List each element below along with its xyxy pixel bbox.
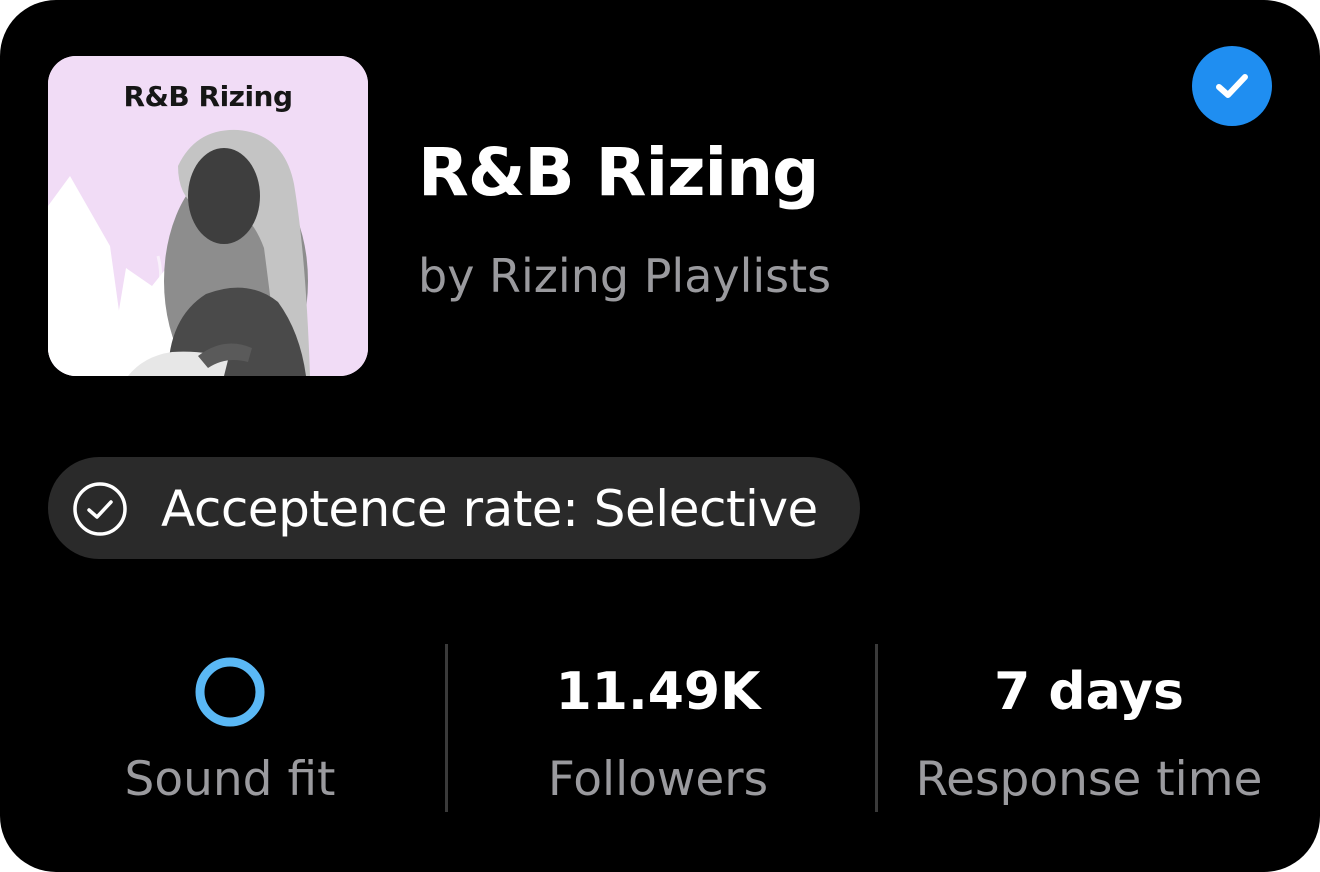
ring-icon [195,657,265,727]
check-icon [1216,74,1248,98]
stat-divider [875,644,878,812]
stat-divider [445,644,448,812]
verified-badge[interactable] [1192,46,1272,126]
cover-title-text: R&B Rizing [123,80,293,113]
playlist-title[interactable]: R&B Rizing [418,128,819,218]
playlist-owner[interactable]: by Rizing Playlists [418,244,831,308]
acceptance-rate-label: Acceptence rate: Selective [161,480,818,538]
stat-sound-fit: Sound fit [80,648,380,812]
sound-fit-indicator [80,648,380,736]
response-time-value: 7 days [994,662,1184,722]
followers-value: 11.49K [555,662,761,722]
check-circle-outline-icon [73,482,127,536]
playlist-cover-image: R&B Rizing [48,56,368,376]
stat-response-time: 7 days Response time [900,648,1278,812]
stat-followers: 11.49K Followers [508,648,808,812]
response-time-label: Response time [915,752,1263,807]
sound-fit-label: Sound fit [124,752,336,807]
followers-label: Followers [547,752,769,807]
playlist-card[interactable]: R&B Rizing R&B Rizing by Rizing Playlist… [0,0,1320,872]
